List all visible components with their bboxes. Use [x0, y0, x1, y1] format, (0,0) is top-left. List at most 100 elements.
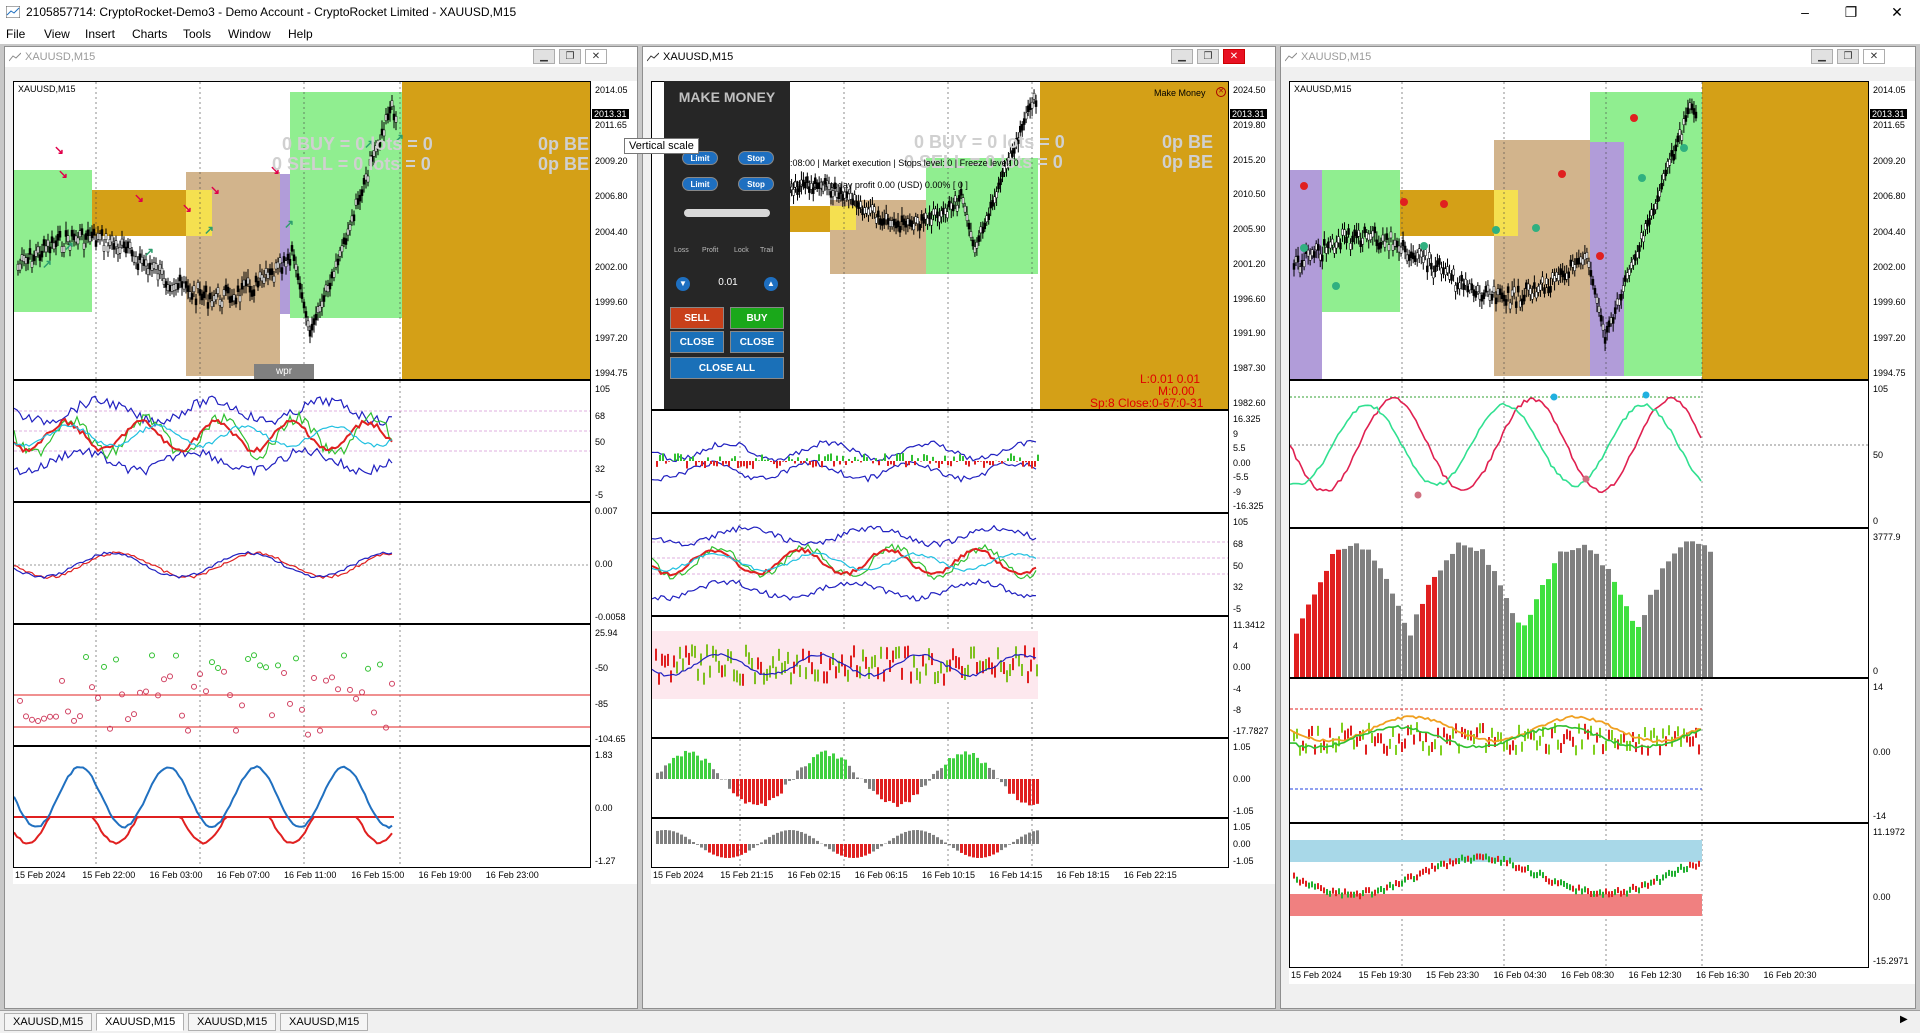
- time-axis[interactable]: 15 Feb 2024 15 Feb 21:15 16 Feb 02:15 16 Fe…: [651, 868, 1275, 884]
- price-axis[interactable]: 2014.05 2011.65 2009.20 2006.80 2004.40 2002.…: [591, 81, 637, 380]
- maximize-button[interactable]: ❐: [1828, 0, 1874, 24]
- indicator-axis-5[interactable]: 1.05 0.00 -1.05: [1229, 818, 1275, 868]
- limit-button-2[interactable]: Limit: [682, 177, 718, 191]
- indicator-pane-5[interactable]: [651, 818, 1229, 868]
- restore-icon[interactable]: ❐: [1837, 49, 1859, 64]
- indicator-pane-4[interactable]: [651, 738, 1229, 818]
- tab-profit[interactable]: Profit: [702, 247, 718, 254]
- close-icon[interactable]: ✕: [1223, 49, 1245, 64]
- chart-window-titlebar[interactable]: XAUUSD,M15 ▁ ❐ ✕: [643, 47, 1275, 67]
- restore-icon[interactable]: ❐: [559, 49, 581, 64]
- trading-panel[interactable]: MAKE MONEY Limit Stop Limit Stop Loss Pr…: [664, 81, 790, 409]
- chart-tab[interactable]: XAUUSD,M15: [188, 1013, 277, 1031]
- slider[interactable]: [684, 209, 770, 217]
- stop-button[interactable]: Stop: [738, 151, 774, 165]
- menu-charts[interactable]: Charts: [132, 27, 167, 41]
- chart-tab-active[interactable]: XAUUSD,M15: [96, 1013, 185, 1031]
- menu-help[interactable]: Help: [288, 27, 313, 41]
- time-axis[interactable]: 15 Feb 2024 15 Feb 22:00 16 Feb 03:00 16 Fe…: [13, 868, 637, 884]
- indicator-axis-3[interactable]: 11.3412 4 0.00 -4 -8 -17.7827: [1229, 616, 1275, 738]
- buy-button[interactable]: BUY: [730, 307, 784, 329]
- histogram-bar: [809, 461, 811, 465]
- decrease-lot-icon[interactable]: ▼: [676, 277, 690, 291]
- indicator-pane-1[interactable]: [651, 410, 1229, 513]
- minimize-icon[interactable]: ▁: [533, 49, 555, 64]
- indicator-pane-3[interactable]: [651, 616, 1229, 738]
- tab-loss[interactable]: Loss: [674, 247, 689, 254]
- close-ea-icon[interactable]: ✕: [1216, 87, 1226, 97]
- indicator-pane-3[interactable]: [13, 624, 591, 746]
- menu-file[interactable]: File: [6, 27, 25, 41]
- menu-view[interactable]: View: [44, 27, 70, 41]
- candle-body: [855, 200, 858, 208]
- indicator-axis-4[interactable]: 1.05 0.00 -1.05: [1229, 738, 1275, 818]
- histogram-bar: [888, 840, 891, 844]
- histogram-bar: [743, 461, 745, 467]
- menu-insert[interactable]: Insert: [85, 27, 115, 41]
- chart-window-titlebar[interactable]: XAUUSD,M15 ▁ ❐ ✕: [1281, 47, 1915, 67]
- tab-lock[interactable]: Lock: [734, 247, 749, 254]
- tab-trail[interactable]: Trail: [760, 247, 773, 254]
- time-axis[interactable]: 15 Feb 2024 15 Feb 19:30 15 Feb 23:30 16 Fe…: [1289, 968, 1915, 984]
- indicator-axis-3[interactable]: 14 0.00 -14: [1869, 678, 1915, 823]
- close-button[interactable]: ✕: [1874, 0, 1920, 24]
- lot-size[interactable]: 0.01: [708, 277, 748, 288]
- axis-tick: 1996.60: [1233, 293, 1266, 304]
- chart-window-titlebar[interactable]: XAUUSD,M15 ▁ ❐ ✕: [5, 47, 637, 67]
- candle-body: [298, 282, 302, 290]
- histogram-bar: [756, 844, 759, 846]
- candle-body: [920, 214, 923, 221]
- chart-window-3[interactable]: XAUUSD,M15 ▁ ❐ ✕ XAUUSD,M15 2014.05 2011.…: [1280, 46, 1916, 1009]
- price-axis[interactable]: 2024.50 2019.80 2015.20 2010.50 2005.90 2001.…: [1229, 81, 1275, 410]
- chart-window-1[interactable]: XAUUSD,M15 ▁ ❐ ✕ ↘ ↘ ↘ ↘ ↘ ↘ ↗ ↗ ↗ ↗ ↗ ↗ ↗ XAUUSD,M1…: [4, 46, 638, 1009]
- indicator-pane-4[interactable]: [13, 746, 591, 868]
- restore-icon[interactable]: ❐: [1197, 49, 1219, 64]
- indicator-pane-2[interactable]: [1289, 528, 1869, 678]
- indicator-pane-2[interactable]: [651, 513, 1229, 616]
- indicator-axis-4[interactable]: 1.83 0.00 -1.27: [591, 746, 637, 868]
- indicator-axis-2[interactable]: 0.007 0.00 -0.0058: [591, 502, 637, 624]
- close-icon[interactable]: ✕: [585, 49, 607, 64]
- histogram-bar: [692, 842, 695, 844]
- axis-tick: 32: [1233, 582, 1244, 593]
- indicator-axis-2[interactable]: 105 68 50 32 -5: [1229, 513, 1275, 616]
- close-icon[interactable]: ✕: [1863, 49, 1885, 64]
- price-axis[interactable]: 2014.05 2011.65 2009.20 2006.80 2004.40 2002.…: [1869, 81, 1915, 380]
- close-sell-button[interactable]: CLOSE: [670, 331, 724, 353]
- price-pane[interactable]: ↘ ↘ ↘ ↘ ↘ ↘ ↗ ↗ ↗ ↗ ↗ ↗ ↗ XAUUSD,M15 0 BUY = 0 lots …: [13, 81, 591, 380]
- indicator-pane-2[interactable]: [13, 502, 591, 624]
- histogram-bar: [857, 459, 859, 461]
- indicator-axis-4[interactable]: 11.1972 0.00 -15.2971: [1869, 823, 1915, 968]
- menu-tools[interactable]: Tools: [183, 27, 211, 41]
- indicator-pane-3[interactable]: [1289, 678, 1869, 823]
- close-all-button[interactable]: CLOSE ALL: [670, 357, 784, 379]
- indicator-axis-1[interactable]: 16.325 9 5.5 0.00 -5.5 -9 -16.325: [1229, 410, 1275, 513]
- minimize-icon[interactable]: ▁: [1171, 49, 1193, 64]
- candle-body: [182, 282, 186, 290]
- indicator-axis-2[interactable]: 3777.9 0: [1869, 528, 1915, 678]
- histogram-bar: [700, 760, 703, 779]
- histogram-bar: [803, 461, 805, 464]
- chart-tab[interactable]: XAUUSD,M15: [4, 1013, 93, 1031]
- increase-lot-icon[interactable]: ▲: [764, 277, 778, 291]
- price-pane[interactable]: XAUUSD,M15: [1289, 81, 1869, 380]
- stop-button-2[interactable]: Stop: [738, 177, 774, 191]
- indicator-pane-4[interactable]: [1289, 823, 1869, 968]
- indicator-axis-1[interactable]: 105 50 0: [1869, 380, 1915, 528]
- chart-tab[interactable]: XAUUSD,M15: [280, 1013, 369, 1031]
- indicator-axis-3[interactable]: 25.94 -50 -85 -104.65: [591, 624, 637, 746]
- status-line-3: Sp:8 Close:0-67:0-31: [1090, 396, 1204, 410]
- sell-button[interactable]: SELL: [670, 307, 724, 329]
- indicator-pane-1[interactable]: [1289, 380, 1869, 528]
- minimize-icon[interactable]: ▁: [1811, 49, 1833, 64]
- tab-scroll-icon[interactable]: ▶: [1900, 1014, 1908, 1025]
- candle-body: [1458, 282, 1461, 290]
- histogram-bar: [684, 750, 687, 779]
- candle-body: [232, 294, 236, 302]
- indicator-axis-1[interactable]: 105 68 50 32 -5: [591, 380, 637, 502]
- volume-bar: [1498, 585, 1503, 677]
- menu-window[interactable]: Window: [228, 27, 271, 41]
- indicator-pane-1[interactable]: [13, 380, 591, 502]
- minimize-button[interactable]: –: [1782, 0, 1828, 24]
- close-buy-button[interactable]: CLOSE: [730, 331, 784, 353]
